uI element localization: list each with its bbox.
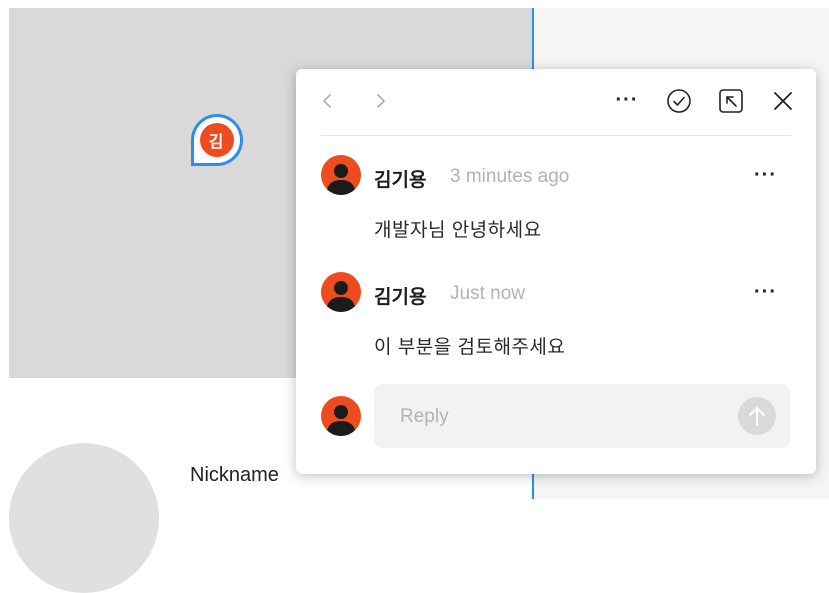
more-horizontal-icon: ···	[754, 164, 777, 186]
chevron-right-icon	[377, 94, 385, 108]
comment-author: 김기용	[374, 287, 427, 308]
user-avatar-icon	[326, 281, 356, 312]
profile-avatar-placeholder	[9, 443, 159, 593]
more-horizontal-icon: ···	[754, 281, 777, 303]
avatar[interactable]	[321, 272, 361, 312]
comment-thread-panel: ··· 김기용 3 minutes ago ··· 개발자님 안녕하세요 김기용…	[296, 69, 816, 474]
user-avatar-icon	[326, 405, 356, 436]
avatar[interactable]	[321, 155, 361, 195]
open-in-button[interactable]	[717, 87, 745, 115]
header-divider	[321, 135, 791, 136]
thread-more-button[interactable]: ···	[613, 86, 641, 114]
more-horizontal-icon: ···	[615, 89, 639, 111]
resolve-check-icon	[667, 89, 691, 113]
close-panel-button[interactable]	[769, 87, 797, 115]
comment-message: 개발자님 안녕하세요	[374, 220, 542, 241]
comment-more-button[interactable]: ···	[754, 282, 777, 302]
chevron-left-icon	[323, 94, 331, 108]
reply-composer	[374, 384, 790, 450]
reply-avatar	[321, 396, 361, 436]
user-avatar-icon	[326, 164, 356, 195]
comment-timestamp: 3 minutes ago	[450, 166, 570, 187]
nickname-label: Nickname	[190, 464, 279, 486]
comment-pin-initial: 김	[208, 133, 224, 151]
reply-input[interactable]	[398, 384, 732, 450]
comment-more-button[interactable]: ···	[754, 165, 777, 185]
previous-comment-button[interactable]	[314, 87, 342, 115]
send-reply-button[interactable]	[738, 397, 776, 435]
resolve-thread-button[interactable]	[665, 87, 693, 115]
open-in-icon	[719, 89, 743, 113]
comment-timestamp: Just now	[450, 283, 525, 304]
close-icon	[774, 92, 792, 110]
comment-pin[interactable]: 김	[188, 111, 246, 169]
arrow-up-icon	[749, 407, 765, 426]
comment-message: 이 부분을 검토해주세요	[374, 337, 566, 358]
comment-author: 김기용	[374, 170, 427, 191]
next-comment-button[interactable]	[366, 87, 394, 115]
